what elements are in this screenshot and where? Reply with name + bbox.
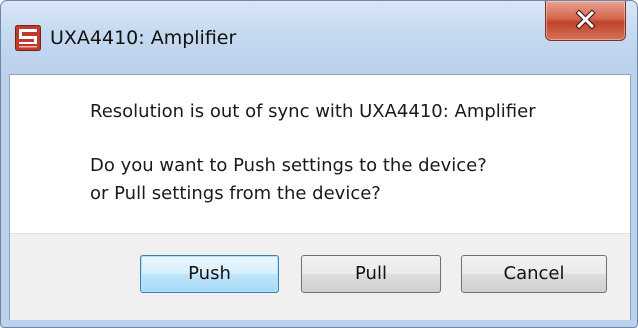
cancel-button[interactable]: Cancel [461, 255, 607, 293]
message-pull-question: or Pull settings from the device? [90, 183, 381, 204]
window-title: UXA4410: Amplifier [50, 27, 237, 49]
pull-button[interactable]: Pull [301, 255, 441, 293]
message-sync-warning: Resolution is out of sync with UXA4410: … [90, 101, 536, 122]
close-button[interactable] [545, 1, 626, 41]
push-button[interactable]: Push [140, 255, 279, 293]
button-bar: Push Pull Cancel [10, 233, 630, 320]
close-icon [575, 9, 596, 30]
message-push-question: Do you want to Push settings to the devi… [90, 155, 487, 176]
message-area: Resolution is out of sync with UXA4410: … [10, 75, 630, 233]
title-bar[interactable]: UXA4410: Amplifier [1, 1, 637, 74]
dialog-window: UXA4410: Amplifier Resolution is out of … [0, 0, 638, 328]
dialog-content: Resolution is out of sync with UXA4410: … [9, 74, 631, 320]
app-logo-icon [15, 25, 41, 51]
